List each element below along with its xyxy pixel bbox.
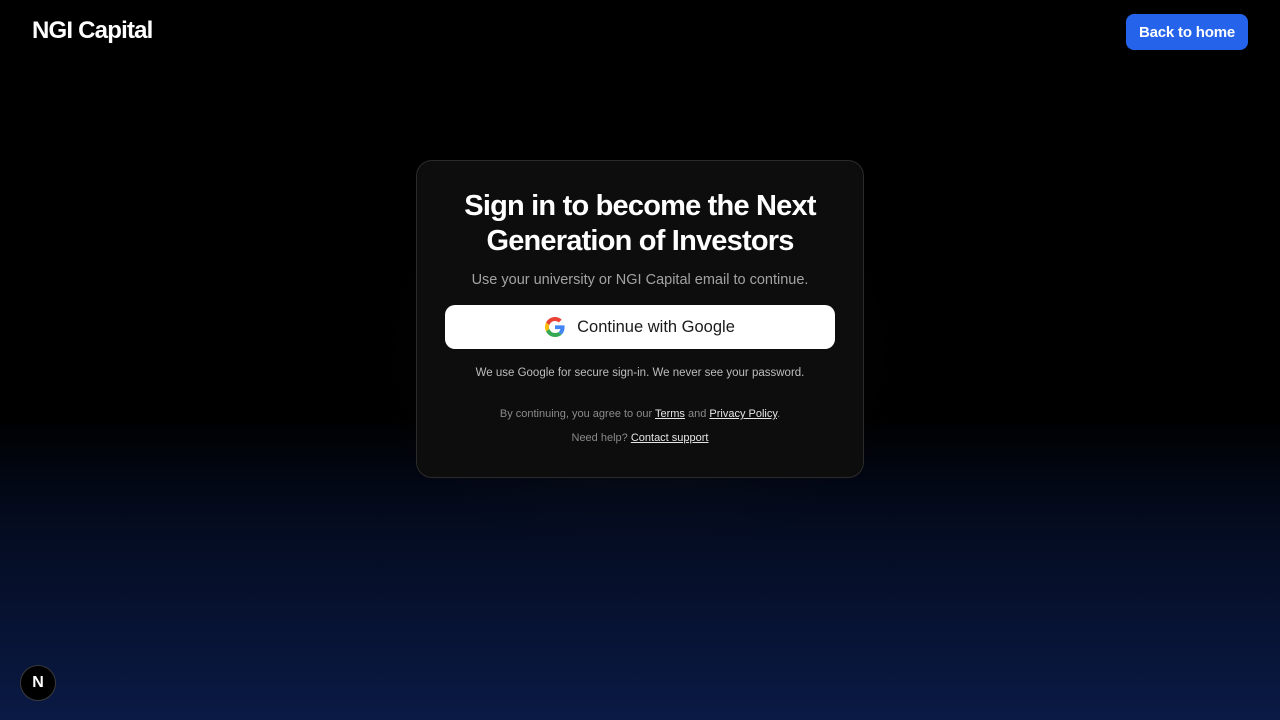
legal-notice: By continuing, you agree to our Terms an… bbox=[445, 407, 835, 421]
help-prefix: Need help? bbox=[571, 432, 631, 444]
dev-badge-letter: N bbox=[32, 674, 44, 691]
privacy-policy-link[interactable]: Privacy Policy bbox=[709, 408, 777, 420]
card-title: Sign in to become the Next Generation of… bbox=[464, 190, 816, 257]
legal-prefix: By continuing, you agree to our bbox=[499, 408, 655, 420]
sign-in-card: Sign in to become the Next Generation of… bbox=[416, 160, 864, 478]
google-g-icon bbox=[545, 317, 565, 337]
google-button-label: Continue with Google bbox=[577, 317, 735, 336]
help-notice: Need help? Contact support bbox=[445, 431, 835, 445]
legal-suffix: . bbox=[777, 408, 781, 420]
secure-sign-in-note: We use Google for secure sign-in. We nev… bbox=[475, 367, 805, 379]
card-subtitle: Use your university or NGI Capital email… bbox=[471, 272, 809, 288]
continue-with-google-button[interactable]: Continue with Google bbox=[445, 305, 835, 349]
contact-support-link[interactable]: Contact support bbox=[631, 432, 709, 444]
terms-link[interactable]: Terms bbox=[655, 408, 685, 420]
nextjs-icon[interactable]: N bbox=[20, 665, 56, 701]
back-to-home-button[interactable]: Back to home bbox=[1126, 14, 1248, 50]
legal-and: and bbox=[684, 408, 710, 420]
logo[interactable]: NGI Capital bbox=[32, 17, 153, 45]
